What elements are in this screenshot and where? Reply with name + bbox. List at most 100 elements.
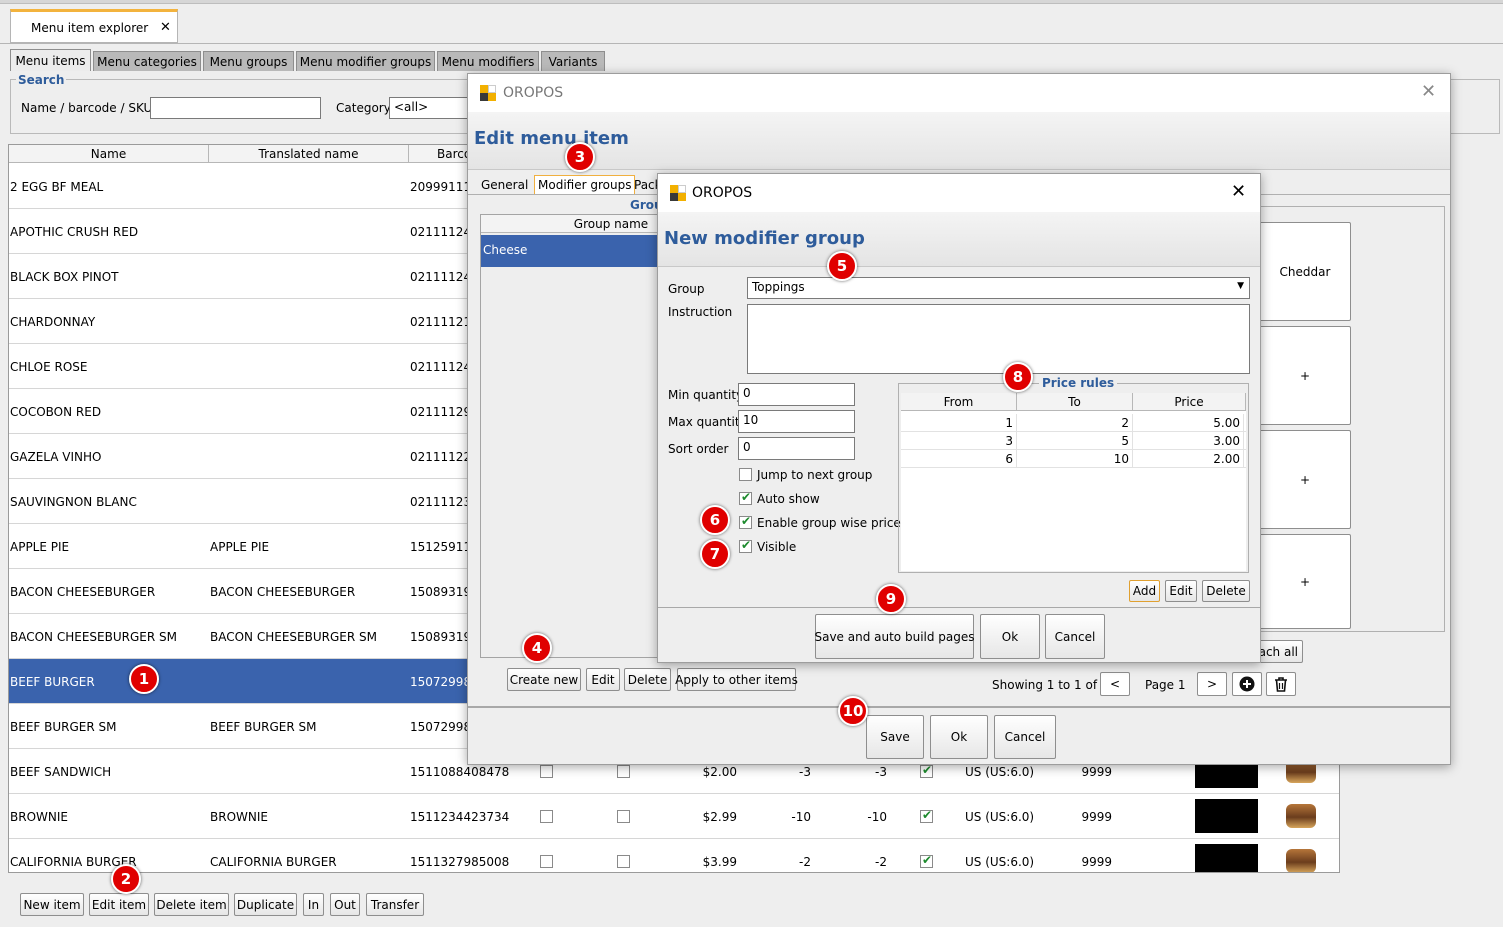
- table-row[interactable]: CALIFORNIA BURGER CALIFORNIA BURGER 151132…: [9, 839, 1339, 872]
- row-checkbox[interactable]: [920, 808, 933, 823]
- paging-showing-text: Showing 1 to 1 of 1: [992, 678, 1109, 692]
- next-page-button[interactable]: >: [1197, 672, 1227, 696]
- subtab-menu-modifiers[interactable]: Menu modifiers: [437, 51, 539, 71]
- cell-stock: -2: [875, 854, 887, 869]
- col-header-to[interactable]: To: [1017, 393, 1133, 411]
- ok-button[interactable]: Ok: [930, 715, 988, 759]
- delete-group-button[interactable]: Delete: [624, 668, 671, 691]
- cell-translated: [209, 254, 409, 299]
- add-circle-icon[interactable]: [1232, 672, 1262, 696]
- add-modifier-button[interactable]: +: [1259, 534, 1351, 629]
- row-checkbox[interactable]: [920, 853, 933, 868]
- max-quantity-input[interactable]: 10: [738, 410, 855, 433]
- instruction-label: Instruction: [668, 305, 733, 319]
- ok-button[interactable]: Ok: [980, 614, 1040, 659]
- subtab-menu-modifier-groups[interactable]: Menu modifier groups: [296, 51, 435, 71]
- subtab-menu-categories[interactable]: Menu categories: [93, 51, 201, 71]
- page-number: Page 1: [1145, 678, 1186, 692]
- close-icon[interactable]: ✕: [1231, 181, 1246, 202]
- row-checkbox[interactable]: [617, 855, 630, 868]
- cell-to: 10: [1017, 450, 1133, 468]
- delete-item-button[interactable]: Delete item: [154, 893, 229, 916]
- subtab-label: Menu modifiers: [441, 54, 535, 69]
- visible-label: Visible: [757, 540, 797, 554]
- transfer-button[interactable]: Transfer: [366, 893, 424, 916]
- edit-item-button[interactable]: Edit item: [89, 893, 149, 916]
- price-rule-row[interactable]: 3 5 3.00: [901, 432, 1246, 450]
- col-header-from[interactable]: From: [901, 393, 1017, 411]
- subtab-menu-groups[interactable]: Menu groups: [203, 51, 294, 71]
- instruction-textarea[interactable]: [747, 304, 1250, 374]
- min-quantity-input[interactable]: 0: [738, 383, 855, 406]
- row-checkbox[interactable]: [540, 765, 553, 778]
- cancel-button[interactable]: Cancel: [1045, 614, 1105, 659]
- add-modifier-button[interactable]: +: [1259, 326, 1351, 425]
- subtab-variants[interactable]: Variants: [541, 51, 605, 71]
- color-swatch: [1195, 799, 1258, 833]
- cell-translated: [209, 479, 409, 524]
- cell-number: 9999: [1081, 809, 1112, 824]
- new-item-button[interactable]: New item: [20, 893, 84, 916]
- table-row[interactable]: BROWNIE BROWNIE 1511234423734 $2.99 -10 -10 US…: [9, 794, 1339, 839]
- tab-menu-item-explorer[interactable]: Menu item explorer ✕: [10, 9, 178, 43]
- cheddar-button[interactable]: Cheddar: [1259, 222, 1351, 321]
- subtab-label: Menu modifier groups: [299, 54, 432, 69]
- step-badge: 6: [700, 505, 730, 535]
- save-auto-build-button[interactable]: Save and auto build pages: [814, 614, 975, 659]
- prev-page-button[interactable]: <: [1100, 672, 1130, 696]
- detach-all-button[interactable]: ach all: [1257, 640, 1303, 663]
- row-checkbox[interactable]: [617, 810, 630, 823]
- cell-from: 6: [901, 450, 1017, 468]
- jump-next-group-label: Jump to next group: [757, 468, 873, 482]
- row-checkbox[interactable]: [540, 810, 553, 823]
- group-wise-price-checkbox[interactable]: [739, 514, 752, 529]
- tab-modifier-groups[interactable]: Modifier groups: [534, 175, 636, 195]
- name-barcode-input[interactable]: [150, 97, 321, 119]
- col-header-translated[interactable]: Translated name: [209, 145, 409, 163]
- category-select[interactable]: <all>: [389, 97, 469, 119]
- cell-translated: APPLE PIE: [210, 539, 270, 554]
- group-select[interactable]: Toppings ▼: [747, 277, 1250, 299]
- jump-next-group-checkbox[interactable]: [739, 468, 752, 481]
- cell-name: BROWNIE: [10, 809, 68, 824]
- col-header-name[interactable]: Name: [9, 145, 209, 163]
- cell-translated: BROWNIE: [210, 809, 268, 824]
- create-new-button[interactable]: Create new: [507, 668, 581, 691]
- group-table: Group name Cheese: [480, 214, 701, 658]
- trash-icon[interactable]: [1266, 672, 1296, 696]
- subtab-menu-items[interactable]: Menu items: [10, 49, 91, 71]
- row-checkbox[interactable]: [617, 765, 630, 778]
- step-badge: 4: [522, 633, 552, 663]
- out-button[interactable]: Out: [330, 893, 360, 916]
- row-checkbox[interactable]: [540, 855, 553, 868]
- sort-order-input[interactable]: 0: [738, 437, 855, 460]
- delete-rule-button[interactable]: Delete: [1202, 580, 1250, 602]
- cancel-button[interactable]: Cancel: [994, 715, 1056, 759]
- col-header-price[interactable]: Price: [1133, 393, 1246, 411]
- tab-general[interactable]: General: [481, 178, 528, 192]
- duplicate-button[interactable]: Duplicate: [234, 893, 297, 916]
- cell-price: 5.00: [1133, 414, 1244, 432]
- cell-translated: [209, 164, 409, 209]
- step-badge: 5: [827, 251, 857, 281]
- cell-name: BEEF BURGER SM: [10, 719, 117, 734]
- auto-show-checkbox[interactable]: [739, 490, 752, 505]
- step-badge: 8: [1003, 362, 1033, 392]
- in-button[interactable]: In: [303, 893, 324, 916]
- price-rule-row[interactable]: 6 10 2.00: [901, 450, 1246, 468]
- step-badge: 1: [129, 664, 159, 694]
- save-button[interactable]: Save: [866, 715, 924, 759]
- group-row[interactable]: Cheese: [481, 235, 666, 267]
- add-modifier-button[interactable]: +: [1259, 430, 1351, 529]
- price-rule-row[interactable]: 1 2 5.00: [901, 414, 1246, 432]
- cell-translated: [209, 209, 409, 254]
- visible-checkbox[interactable]: [739, 538, 752, 553]
- close-icon[interactable]: ✕: [1421, 81, 1436, 102]
- close-icon[interactable]: ✕: [160, 20, 171, 35]
- apply-to-other-items-button[interactable]: Apply to other items: [675, 668, 798, 691]
- add-rule-button[interactable]: Add: [1129, 580, 1160, 602]
- row-checkbox[interactable]: [920, 763, 933, 778]
- edit-rule-button[interactable]: Edit: [1165, 580, 1197, 602]
- edit-group-button[interactable]: Edit: [586, 668, 620, 691]
- dialog-app-name: OROPOS: [692, 185, 753, 201]
